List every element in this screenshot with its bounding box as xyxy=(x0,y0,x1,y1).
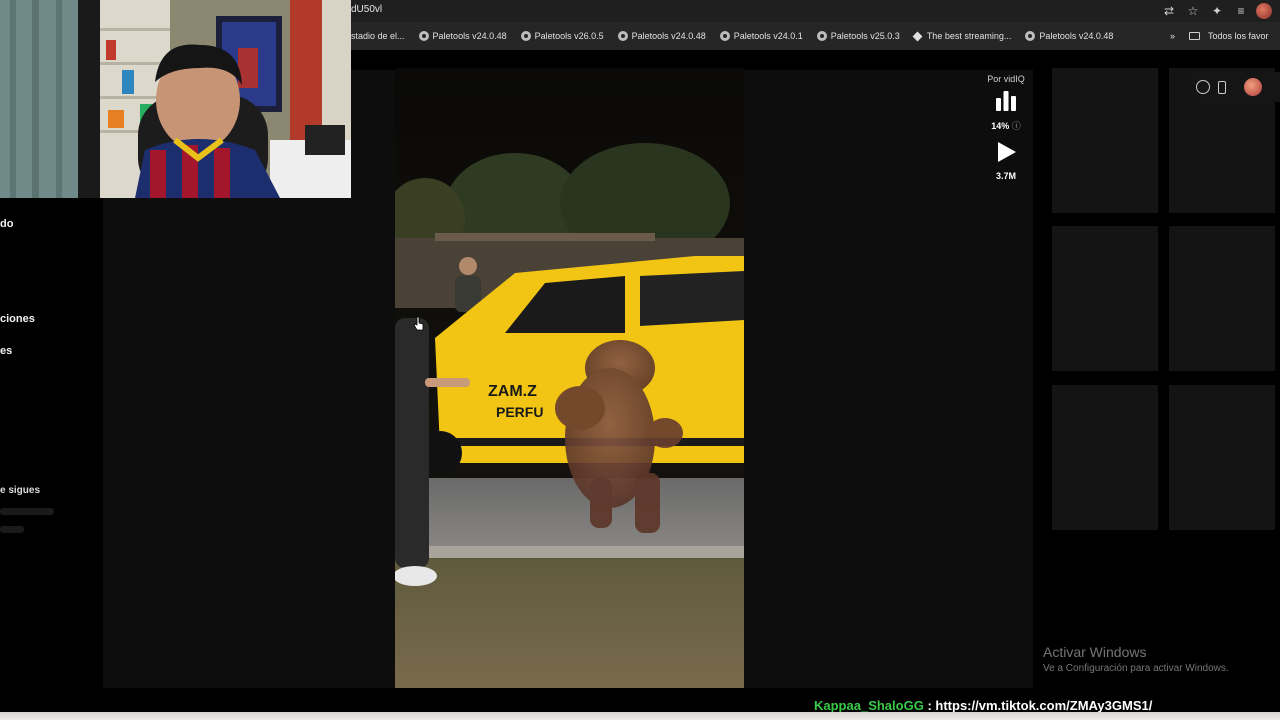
sidebar-item[interactable]: es xyxy=(0,345,12,357)
user-avatar[interactable] xyxy=(1244,78,1262,96)
person-fg-arm xyxy=(425,378,470,387)
toolbar-icons: ⇄ ☆ ✦ ≡ xyxy=(1160,2,1272,20)
globe-icon xyxy=(520,31,531,41)
bookmarks-right: » Todos los favor xyxy=(1170,22,1269,50)
bookmark-label: Paletools v25.0.3 xyxy=(830,31,900,41)
video-frame: ZAM.Z PERFU xyxy=(395,68,744,688)
globe-icon xyxy=(1025,31,1036,41)
grass xyxy=(395,558,744,688)
bookmarks-overflow-button[interactable]: » xyxy=(1170,31,1175,41)
translate-icon[interactable]: ⇄ xyxy=(1160,2,1178,20)
globe-icon xyxy=(719,31,730,41)
activation-subtitle: Ve a Configuración para activar Windows. xyxy=(1043,663,1229,674)
vidiq-widget: Por vidIQ 14% ⓘ 3.7M xyxy=(985,74,1027,181)
bookmark-label: stadio de el... xyxy=(351,31,405,41)
sidebar-item[interactable]: ciones xyxy=(0,313,35,325)
vidiq-label: Por vidIQ xyxy=(987,74,1025,84)
chat-text: https://vm.tiktok.com/ZMAy3GMS1/ xyxy=(935,698,1153,713)
related-thumbnail[interactable] xyxy=(1169,226,1275,371)
bookmark-label: Paletools v24.0.1 xyxy=(733,31,803,41)
bookmark-item[interactable]: Paletools v25.0.3 xyxy=(816,31,900,41)
following-header: e sigues xyxy=(0,485,41,496)
hand-cursor-icon xyxy=(413,316,424,331)
screen: dU50vl ⇄ ☆ ✦ ≡ stadio de el... Paletools… xyxy=(0,0,1280,720)
curb xyxy=(395,546,744,558)
bookmark-label: Paletools v26.0.5 xyxy=(534,31,604,41)
all-bookmarks-button[interactable]: Todos los favor xyxy=(1189,31,1269,41)
loading-placeholder xyxy=(0,508,54,515)
related-thumbnail[interactable] xyxy=(1052,68,1158,213)
bookmark-item[interactable]: The best streaming... xyxy=(912,31,1012,41)
related-thumbnail[interactable] xyxy=(1052,226,1158,371)
bookmark-item[interactable]: Paletools v24.0.48 xyxy=(418,31,507,41)
url-text[interactable]: dU50vl xyxy=(351,4,382,15)
bookmark-item[interactable]: Paletools v24.0.48 xyxy=(617,31,706,41)
globe-icon xyxy=(816,31,827,41)
globe-icon xyxy=(418,31,429,41)
profile-avatar[interactable] xyxy=(1256,3,1272,19)
sidebar-item[interactable]: do xyxy=(0,218,13,230)
vidiq-score-value: 14% xyxy=(991,121,1010,131)
chat-separator: : xyxy=(927,698,932,713)
car-text-line2: PERFU xyxy=(496,404,543,420)
webcam-frame xyxy=(0,0,351,198)
loading-placeholder xyxy=(0,526,24,533)
car-window xyxy=(640,271,744,326)
chat-message: Kappaa_ShaloGG : https://vm.tiktok.com/Z… xyxy=(814,698,1152,713)
bookmark-item[interactable]: Paletools v24.0.1 xyxy=(719,31,803,41)
bar-chart-icon[interactable] xyxy=(994,90,1018,112)
extensions-icon[interactable]: ✦ xyxy=(1208,2,1226,20)
video-player[interactable]: ZAM.Z PERFU xyxy=(395,68,744,688)
person-bg-head xyxy=(459,257,477,275)
related-thumbnail[interactable] xyxy=(1169,385,1275,530)
reading-list-icon[interactable]: ≡ xyxy=(1232,2,1250,20)
bookmark-label: Paletools v24.0.48 xyxy=(631,31,706,41)
related-thumbnail[interactable] xyxy=(1052,385,1158,530)
pergola xyxy=(435,233,655,241)
bookmark-label: Paletools v24.0.48 xyxy=(432,31,507,41)
folder-icon xyxy=(1189,32,1201,40)
windows-activation-watermark: Activar Windows Ve a Configuración para … xyxy=(1043,644,1229,674)
bookmark-label: The best streaming... xyxy=(926,31,1012,41)
taskbar-edge xyxy=(0,712,1280,720)
car-text-line1: ZAM.Z xyxy=(488,383,537,400)
bookmark-item[interactable]: Paletools v24.0.48 xyxy=(1025,31,1113,41)
webcam-overlay xyxy=(0,0,351,198)
play-icon[interactable] xyxy=(994,140,1018,164)
action-pill xyxy=(1188,72,1280,102)
info-icon[interactable]: ⓘ xyxy=(1012,121,1021,131)
vidiq-score: 14% ⓘ xyxy=(985,119,1027,132)
diamond-icon xyxy=(912,31,923,41)
activation-title: Activar Windows xyxy=(1043,644,1147,660)
chat-username: Kappaa_ShaloGG xyxy=(814,698,924,713)
related-panel xyxy=(1040,68,1280,548)
vidiq-views: 3.7M xyxy=(995,171,1016,181)
bookmark-label: Paletools v24.0.48 xyxy=(1039,31,1114,41)
all-bookmarks-label: Todos los favor xyxy=(1208,31,1269,41)
person-fg xyxy=(395,318,429,568)
bookmark-item[interactable]: Paletools v26.0.5 xyxy=(520,31,604,41)
compass-icon[interactable] xyxy=(1196,80,1210,94)
bookmark-item[interactable]: stadio de el... xyxy=(351,31,405,41)
person-fg-shoe xyxy=(395,566,437,586)
phone-icon[interactable] xyxy=(1218,80,1226,94)
star-icon[interactable]: ☆ xyxy=(1184,2,1202,20)
globe-icon xyxy=(617,31,628,41)
bookmarks-list: stadio de el... Paletools v24.0.48 Palet… xyxy=(351,22,1113,50)
